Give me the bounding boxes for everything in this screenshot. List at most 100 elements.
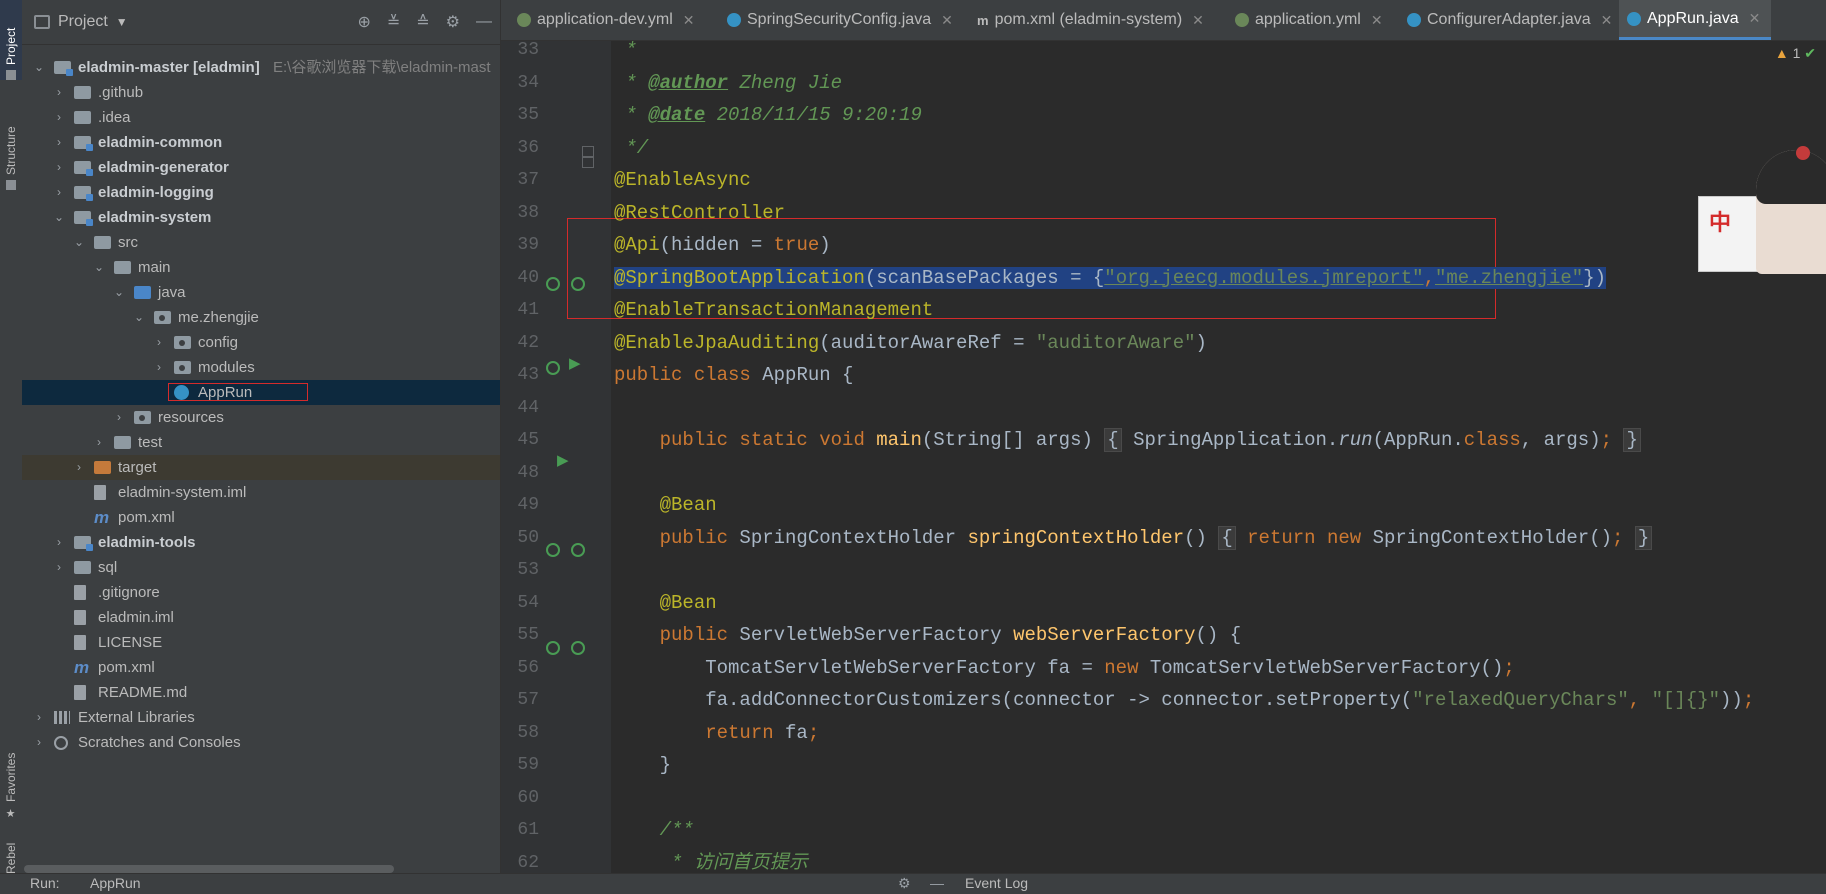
tree-item[interactable]: AppRun xyxy=(22,380,500,405)
chevron-right-icon[interactable]: › xyxy=(92,430,106,455)
desktop-mascot[interactable]: 中 xyxy=(1698,146,1826,274)
chevron-down-icon[interactable]: ▼ xyxy=(116,15,128,29)
chevron-down-icon[interactable]: ⌄ xyxy=(92,255,106,280)
chevron-right-icon[interactable]: › xyxy=(52,130,66,155)
close-icon[interactable]: ✕ xyxy=(1749,10,1761,27)
code-line[interactable]: @EnableTransactionManagement xyxy=(614,294,933,326)
tool-tab-favorites[interactable]: ★ Favorites xyxy=(0,735,22,820)
chevron-right-icon[interactable]: › xyxy=(32,705,46,730)
code-line[interactable]: return fa; xyxy=(614,717,819,749)
code-line[interactable]: fa.addConnectorCustomizers(connector -> … xyxy=(614,684,1754,716)
close-icon[interactable]: ✕ xyxy=(1371,12,1383,29)
event-log-tab[interactable]: Event Log xyxy=(965,875,1028,891)
bean-icon[interactable] xyxy=(571,543,585,557)
tree-item[interactable]: ⌄ src xyxy=(22,230,500,255)
chevron-down-icon[interactable]: ⌄ xyxy=(32,55,46,80)
tree-item[interactable]: › modules xyxy=(22,355,500,380)
chevron-down-icon[interactable]: ⌄ xyxy=(132,305,146,330)
chevron-right-icon[interactable]: › xyxy=(52,80,66,105)
tree-item[interactable]: › sql xyxy=(22,555,500,580)
code-line[interactable]: @EnableJpaAuditing(auditorAwareRef = "au… xyxy=(614,327,1207,359)
tool-tab-structure[interactable]: Structure xyxy=(0,100,22,190)
collapse-all-icon[interactable]: ≙ xyxy=(416,12,429,32)
settings-icon[interactable]: ⚙ xyxy=(898,875,911,892)
editor-tab[interactable]: SpringSecurityConfig.java ✕ xyxy=(719,0,977,40)
chevron-right-icon[interactable]: › xyxy=(52,530,66,555)
tree-item[interactable]: › .idea xyxy=(22,105,500,130)
editor-tab[interactable]: application-dev.yml ✕ xyxy=(509,0,727,40)
code-line[interactable]: public class AppRun { xyxy=(614,359,853,391)
close-icon[interactable]: ✕ xyxy=(1601,12,1613,29)
chevron-right-icon[interactable]: › xyxy=(52,105,66,130)
tree-item[interactable]: m pom.xml xyxy=(22,505,500,530)
chevron-right-icon[interactable]: › xyxy=(32,730,46,755)
locate-icon[interactable]: ⊕ xyxy=(357,12,370,32)
close-icon[interactable]: ✕ xyxy=(1192,12,1204,29)
tree-item[interactable]: › External Libraries xyxy=(22,705,500,730)
tree-item[interactable]: › config xyxy=(22,330,500,355)
tree-item[interactable]: m pom.xml xyxy=(22,655,500,680)
hide-icon[interactable]: — xyxy=(476,13,492,31)
chevron-down-icon[interactable]: ⌄ xyxy=(52,205,66,230)
editor-tab[interactable]: m pom.xml (eladmin-system) ✕ xyxy=(969,0,1235,40)
tree-item[interactable]: eladmin.iml xyxy=(22,605,500,630)
bean-icon[interactable] xyxy=(546,641,560,655)
tree-item[interactable]: ⌄ java xyxy=(22,280,500,305)
hide-icon[interactable]: — xyxy=(930,875,944,891)
tree-item[interactable]: › eladmin-logging xyxy=(22,180,500,205)
bean-icon[interactable] xyxy=(546,543,560,557)
editor-tab[interactable]: ConfigurerAdapter.java ✕ xyxy=(1399,0,1627,40)
tree-item[interactable]: › eladmin-common xyxy=(22,130,500,155)
editor-tab[interactable]: AppRun.java ✕ xyxy=(1619,0,1771,40)
chevron-right-icon[interactable]: › xyxy=(72,455,86,480)
code-line[interactable]: * @date 2018/11/15 9:20:19 xyxy=(614,99,921,131)
close-icon[interactable]: ✕ xyxy=(941,12,953,29)
expand-all-icon[interactable]: ≚ xyxy=(387,12,400,32)
code-line[interactable]: public ServletWebServerFactory webServer… xyxy=(614,619,1242,651)
code-line[interactable]: /** xyxy=(614,814,694,846)
code-line[interactable]: } xyxy=(614,749,671,781)
tree-item[interactable]: › Scratches and Consoles xyxy=(22,730,500,755)
code-line[interactable]: * 访问首页提示 xyxy=(614,847,808,874)
inspection-widget[interactable]: ▲ 1 ✔ xyxy=(1775,45,1816,62)
tool-tab-project[interactable]: Project xyxy=(0,0,22,80)
code-line[interactable]: @Api(hidden = true) xyxy=(614,229,831,261)
fold-icon[interactable] xyxy=(582,156,594,168)
code-line[interactable]: @Bean xyxy=(614,489,717,521)
tree-item[interactable]: ⌄ me.zhengjie xyxy=(22,305,500,330)
code-line[interactable]: @Bean xyxy=(614,587,717,619)
chevron-right-icon[interactable]: › xyxy=(52,155,66,180)
chevron-right-icon[interactable]: › xyxy=(152,355,166,380)
tree-item[interactable]: › resources xyxy=(22,405,500,430)
code-line[interactable]: * xyxy=(614,41,636,66)
bean-icon[interactable] xyxy=(546,361,560,375)
code-line[interactable]: @RestController xyxy=(614,197,785,229)
settings-icon[interactable]: ⚙ xyxy=(446,12,460,32)
tree-item[interactable]: eladmin-system.iml xyxy=(22,480,500,505)
tree-item[interactable]: .gitignore xyxy=(22,580,500,605)
chevron-right-icon[interactable]: › xyxy=(112,405,126,430)
tree-item[interactable]: ⌄ eladmin-master [eladmin] E:\谷歌浏览器下载\elad… xyxy=(22,55,500,80)
tree-item[interactable]: › eladmin-tools xyxy=(22,530,500,555)
run-icon[interactable]: ▶ xyxy=(557,451,569,469)
tree-item[interactable]: › target xyxy=(22,455,500,480)
tree-item[interactable]: ⌄ eladmin-system xyxy=(22,205,500,230)
run-icon[interactable]: ▶ xyxy=(569,354,581,372)
editor-tab[interactable]: application.yml ✕ xyxy=(1227,0,1407,40)
tree-item[interactable]: ⌄ main xyxy=(22,255,500,280)
bean-icon[interactable] xyxy=(571,641,585,655)
code-line[interactable]: @SpringBootApplication(scanBasePackages … xyxy=(614,262,1607,294)
code-line[interactable]: public SpringContextHolder springContext… xyxy=(614,522,1653,554)
tree-item[interactable]: README.md xyxy=(22,680,500,705)
tree-item[interactable]: LICENSE xyxy=(22,630,500,655)
run-config-tab[interactable]: AppRun xyxy=(90,875,141,891)
code-editor[interactable]: 33 34 35 36 37 38 39 40 41 42 43 44 45 48 49 50 53 54 55 56… xyxy=(501,41,1826,873)
tree-item[interactable]: › .github xyxy=(22,80,500,105)
bean-icon[interactable] xyxy=(546,277,560,291)
chevron-down-icon[interactable]: ⌄ xyxy=(112,280,126,305)
horizontal-scrollbar[interactable] xyxy=(24,865,394,873)
code-line[interactable]: TomcatServletWebServerFactory fa = new T… xyxy=(614,652,1515,684)
project-panel-title[interactable]: Project xyxy=(58,13,108,31)
chevron-right-icon[interactable]: › xyxy=(152,330,166,355)
code-line[interactable]: @EnableAsync xyxy=(614,164,751,196)
